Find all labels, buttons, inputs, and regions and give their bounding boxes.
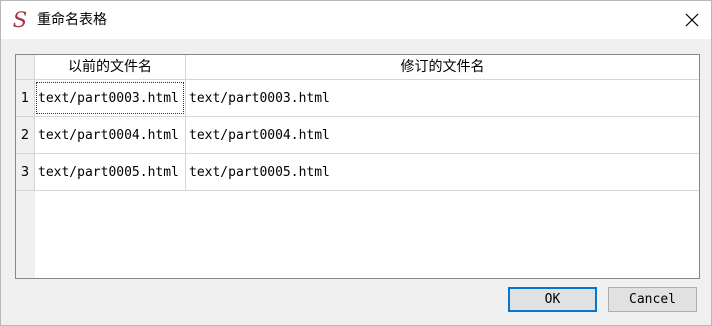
rename-table[interactable]: 以前的文件名 修订的文件名 1 text/part0003.html text/… [15,54,700,279]
close-icon [685,13,699,27]
app-logo-icon: S [12,8,28,32]
column-header-new-name[interactable]: 修订的文件名 [186,55,699,80]
cancel-button[interactable]: Cancel [608,287,697,312]
old-name-cell[interactable]: text/part0004.html [35,117,186,154]
new-name-cell[interactable]: text/part0004.html [186,117,699,154]
title-bar: S 重命名表格 [1,1,711,39]
row-number[interactable]: 2 [16,117,35,154]
column-header-old-name[interactable]: 以前的文件名 [35,55,186,80]
table-row: 3 text/part0005.html text/part0005.html [16,154,699,191]
rename-table-dialog: S 重命名表格 以前的文件名 修订的文件名 1 text/part0003.ht… [0,0,712,326]
old-name-cell[interactable]: text/part0003.html [35,80,186,117]
table-corner [16,55,35,80]
new-name-cell[interactable]: text/part0005.html [186,154,699,191]
old-name-cell[interactable]: text/part0005.html [35,154,186,191]
ok-button[interactable]: OK [508,287,597,312]
table-row: 2 text/part0004.html text/part0004.html [16,117,699,154]
new-name-cell[interactable]: text/part0003.html [186,80,699,117]
dialog-title: 重命名表格 [37,12,107,28]
close-button[interactable] [681,9,703,31]
row-number[interactable]: 3 [16,154,35,191]
table-row: 1 text/part0003.html text/part0003.html [16,80,699,117]
row-number[interactable]: 1 [16,80,35,117]
